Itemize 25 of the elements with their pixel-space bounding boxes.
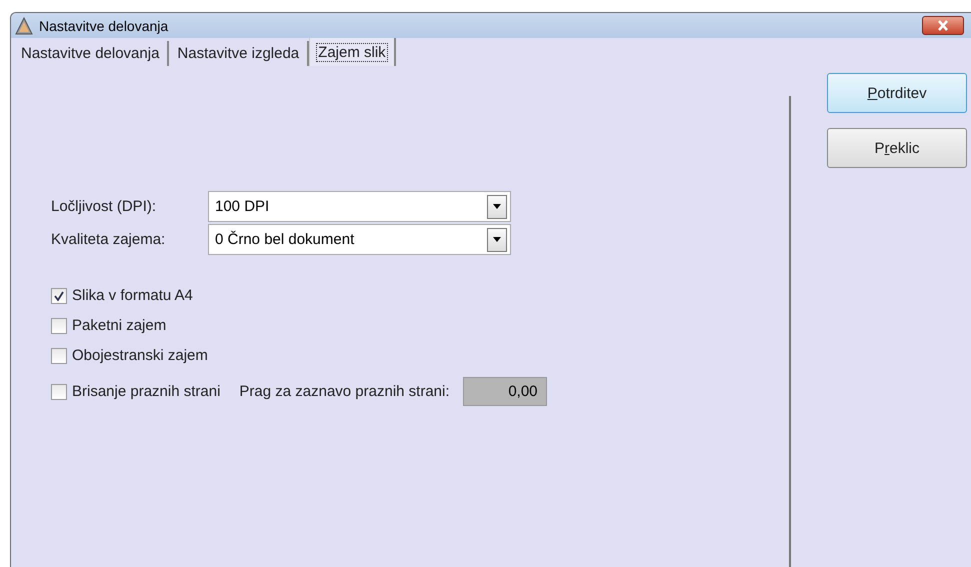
checkbox-label: Brisanje praznih strani [72, 383, 220, 400]
caret-icon [493, 204, 501, 209]
app-logo-icon [15, 16, 33, 34]
checkbox-label: Slika v formatu A4 [72, 287, 193, 304]
dropdown-arrow-button[interactable] [487, 194, 507, 218]
checkbox[interactable] [51, 288, 67, 304]
field-label: Prag za zaznavo praznih strani: [239, 383, 450, 400]
checkbox-label: Paketni zajem [72, 317, 166, 334]
close-button[interactable] [922, 16, 964, 35]
close-icon [937, 20, 949, 31]
check-icon [54, 290, 64, 300]
dialog-button[interactable]: Potrditev [827, 73, 967, 113]
checkbox-label: Obojestranski zajem [72, 347, 208, 364]
checkbox[interactable] [51, 384, 67, 400]
caret-icon [493, 237, 501, 242]
field-label: Kvaliteta zajema: [51, 231, 166, 248]
dialog-button[interactable]: Preklic [827, 128, 967, 168]
dropdown[interactable]: 100 DPI [208, 191, 511, 222]
dropdown-arrow-button[interactable] [487, 228, 507, 252]
dropdown[interactable]: 0 Črno bel dokument [208, 224, 511, 255]
checkbox[interactable] [51, 348, 67, 364]
checkbox[interactable] [51, 318, 67, 334]
tab[interactable]: Zajem slik [309, 38, 396, 66]
window-title: Nastavitve delovanja [39, 18, 170, 34]
field-label: Ločljivost (DPI): [51, 198, 158, 215]
